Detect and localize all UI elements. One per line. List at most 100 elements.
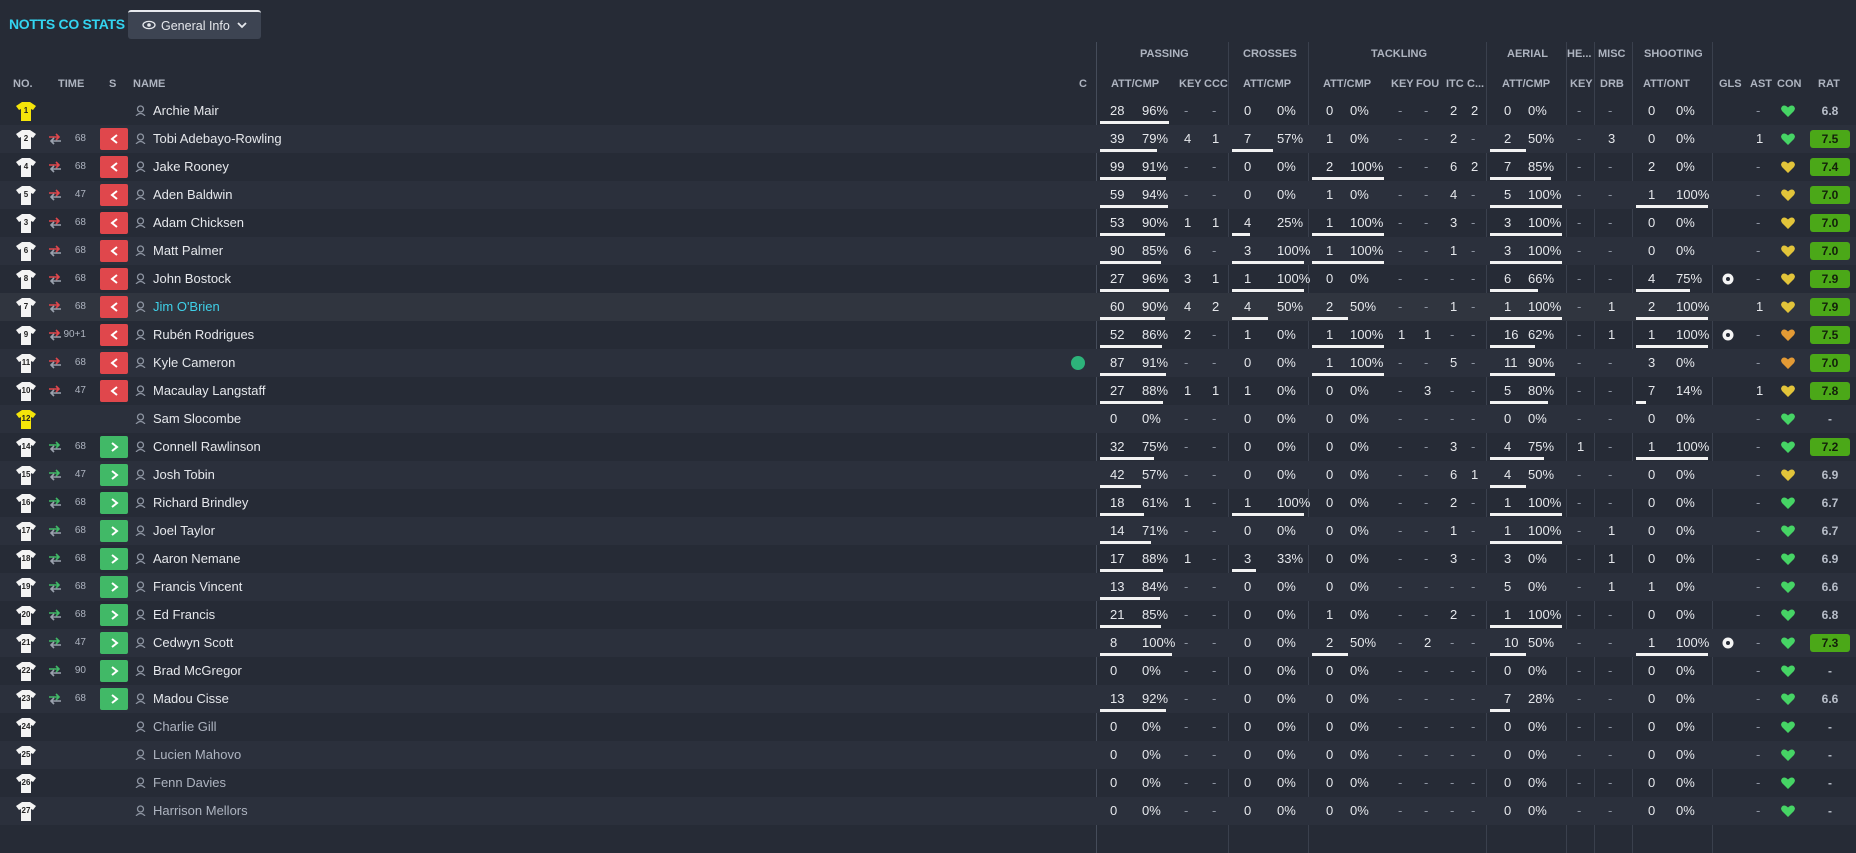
player-name[interactable]: Kyle Cameron [153,355,235,370]
col-key[interactable]: KEY [1179,78,1202,90]
substitute-on-button[interactable] [100,492,128,514]
substitute-off-button[interactable] [100,212,128,234]
table-row[interactable]: 4 68 Jake Rooney 99 91% - -0 0% 2 100% - -6 2 7 85% - -2… [0,153,1856,181]
substitute-off-button[interactable] [100,240,128,262]
substitute-off-button[interactable] [100,324,128,346]
table-row[interactable]: 20 68 Ed Francis 21 85% - -0 0% 1 0% - -2-1 100% - -0 0… [0,601,1856,629]
shots-on-target: 0% [1676,551,1695,566]
col-c[interactable]: C [1079,78,1087,90]
col-rat[interactable]: RAT [1818,78,1840,90]
table-row[interactable]: 2 68 Tobi Adebayo-Rowling 39 79% 4 1 7 57% 1 0% - -2… [0,125,1856,153]
substitute-on-button[interactable] [100,436,128,458]
table-row[interactable]: 3 68 Adam Chicksen 53 90% 1 1 4 25% 1 100% - -3-3 100… [0,209,1856,237]
table-row[interactable]: 12 Sam Slocombe 0 0% - - 0 0% 0 0% - - - - 0 0% - - 0 0% - - [0,405,1856,433]
table-row[interactable]: 18 68 Aaron Nemane 17 88% 1-3 33% 0 0% - -3-3 0% -1 0… [0,545,1856,573]
col-shot-att[interactable]: ATT/ONT [1643,78,1690,90]
player-name[interactable]: Francis Vincent [153,579,242,594]
player-name[interactable]: Richard Brindley [153,495,248,510]
substitute-on-button[interactable] [100,632,128,654]
substitute-on-button[interactable] [100,660,128,682]
table-row[interactable]: 1 Archie Mair 28 96% - -0 0% 0 0% - -2 2 0 0% - -0 0% -6.… [0,97,1856,125]
substitute-off-button[interactable] [100,296,128,318]
player-name[interactable]: Matt Palmer [153,243,223,258]
substitute-on-button[interactable] [100,464,128,486]
table-row[interactable]: 7 68 Jim O'Brien 60 90% 4 2 4 50% 2 50% - -1-1 100% -1… [0,293,1856,321]
player-name[interactable]: Madou Cisse [153,691,229,706]
substitute-off-button[interactable] [100,184,128,206]
col-tack-att[interactable]: ATT/CMP [1323,78,1371,90]
col-con[interactable]: CON [1777,78,1801,90]
substitute-on-button[interactable] [100,576,128,598]
table-row[interactable]: 14 68 Connell Rawlinson 32 75% - -0 0% 0 0% - -3-4 7… [0,433,1856,461]
col-time[interactable]: TIME [58,78,84,90]
table-row[interactable]: 9 90+1 Rubén Rodrigues 52 86% 2 - 1 0% 1 100% 1 1 - - 1… [0,321,1856,349]
substitute-off-button[interactable] [100,268,128,290]
col-cross-att[interactable]: ATT/CMP [1243,78,1291,90]
player-name[interactable]: Rubén Rodrigues [153,327,254,342]
col-c2[interactable]: C... [1467,78,1484,90]
substitute-off-button[interactable] [100,380,128,402]
substitute-on-button[interactable] [100,520,128,542]
col-tackle-key[interactable]: KEY [1391,78,1414,90]
table-row[interactable]: 8 68 John Bostock 27 96% 3 1 1 100% 0 0% - - - - 6 66% - -… [0,265,1856,293]
table-row[interactable]: 25 Lucien Mahovo 0 0% - - 0 0% 0 0% - - - - 0 0% - - 0 0% - - [0,741,1856,769]
col-ast[interactable]: AST [1750,78,1772,90]
col-drb[interactable]: DRB [1600,78,1624,90]
table-row[interactable]: 6 68 Matt Palmer 90 85% 6-3 100% 1 100% - -1-3 100%… [0,237,1856,265]
pass-completion-bar [1100,457,1154,460]
table-row[interactable]: 15 47 Josh Tobin 42 57% - -0 0% 0 0% - -6 1 4 50% - -0 0%… [0,461,1856,489]
table-row[interactable]: 10 47 Macaulay Langstaff 27 88% 1 1 1 0% 0 0% - 3 - - 5… [0,377,1856,405]
table-row[interactable]: 24 Charlie Gill 0 0% - - 0 0% 0 0% - - - - 0 0% - - 0 0% - - [0,713,1856,741]
player-name[interactable]: Jim O'Brien [153,299,220,314]
player-name[interactable]: Sam Slocombe [153,411,241,426]
player-name[interactable]: Charlie Gill [153,719,217,734]
col-aerial-att[interactable]: ATT/CMP [1502,78,1550,90]
table-row[interactable]: 19 68 Francis Vincent 13 84% - -0 0% 0 0% - - - -5 0% -… [0,573,1856,601]
player-name[interactable]: Ed Francis [153,607,215,622]
substitute-off-button[interactable] [100,156,128,178]
player-name[interactable]: Tobi Adebayo-Rowling [153,131,282,146]
col-no[interactable]: NO. [13,78,33,90]
player-name[interactable]: Connell Rawlinson [153,439,261,454]
player-name[interactable]: Adam Chicksen [153,215,244,230]
table-row[interactable]: 26 Fenn Davies 0 0% - - 0 0% 0 0% - - - - 0 0% - - 0 0% - - [0,769,1856,797]
substitute-on-button[interactable] [100,688,128,710]
player-name[interactable]: Jake Rooney [153,159,229,174]
player-name[interactable]: Lucien Mahovo [153,747,241,762]
table-row[interactable]: 16 68 Richard Brindley 18 61% 1-1 100% 0 0% - -2-1… [0,489,1856,517]
substitute-on-button[interactable] [100,604,128,626]
substitute-off-button[interactable] [100,352,128,374]
tackle-key: - [1398,411,1403,426]
col-s[interactable]: S [109,78,116,90]
table-row[interactable]: 27 Harrison Mellors 0 0% - - 0 0% 0 0% - - - - 0 0% - - 0 0… [0,797,1856,825]
substitute-on-button[interactable] [100,548,128,570]
col-header-key[interactable]: KEY [1570,78,1593,90]
player-name[interactable]: Brad McGregor [153,663,242,678]
table-row[interactable]: 5 47 Aden Baldwin 59 94% - -0 0% 1 0% - -4-5 100% - -1… [0,181,1856,209]
substitute-off-button[interactable] [100,128,128,150]
col-gls[interactable]: GLS [1719,78,1742,90]
table-row[interactable]: 22 90 Brad McGregor 0 0% - - 0 0% 0 0% - - - - 0 0% - - 0 0%… [0,657,1856,685]
player-name[interactable]: Fenn Davies [153,775,226,790]
player-name[interactable]: Cedwyn Scott [153,635,233,650]
player-name[interactable]: John Bostock [153,271,231,286]
col-ccc[interactable]: CCC [1204,78,1228,90]
player-name[interactable]: Archie Mair [153,103,219,118]
player-name[interactable]: Aden Baldwin [153,187,233,202]
col-itc[interactable]: ITC [1446,78,1464,90]
table-row[interactable]: 21 47 Cedwyn Scott 8 100% - -0 0% 2 50% -2- -10 50% -… [0,629,1856,657]
player-name[interactable]: Aaron Nemane [153,551,240,566]
player-name[interactable]: Macaulay Langstaff [153,383,266,398]
col-fou[interactable]: FOU [1416,78,1439,90]
table-row[interactable]: 17 68 Joel Taylor 14 71% - -0 0% 0 0% - -1-1 100% -1 0… [0,517,1856,545]
col-pass-att[interactable]: ATT/CMP [1111,78,1159,90]
view-selector-button[interactable]: General Info [128,10,261,39]
player-name[interactable]: Joel Taylor [153,523,215,538]
table-row[interactable]: 23 68 Madou Cisse 13 92% - -0 0% 0 0% - - - -7 28% - -0 0… [0,685,1856,713]
player-name[interactable]: Josh Tobin [153,467,215,482]
col-name[interactable]: NAME [133,78,165,90]
player-name[interactable]: Harrison Mellors [153,803,248,818]
table-row[interactable]: 11 68 Kyle Cameron 87 91% - -0 0% 1 100% - -5-11 90%… [0,349,1856,377]
assists: - [1756,579,1761,594]
passes-attempted: 0 [1110,747,1118,762]
